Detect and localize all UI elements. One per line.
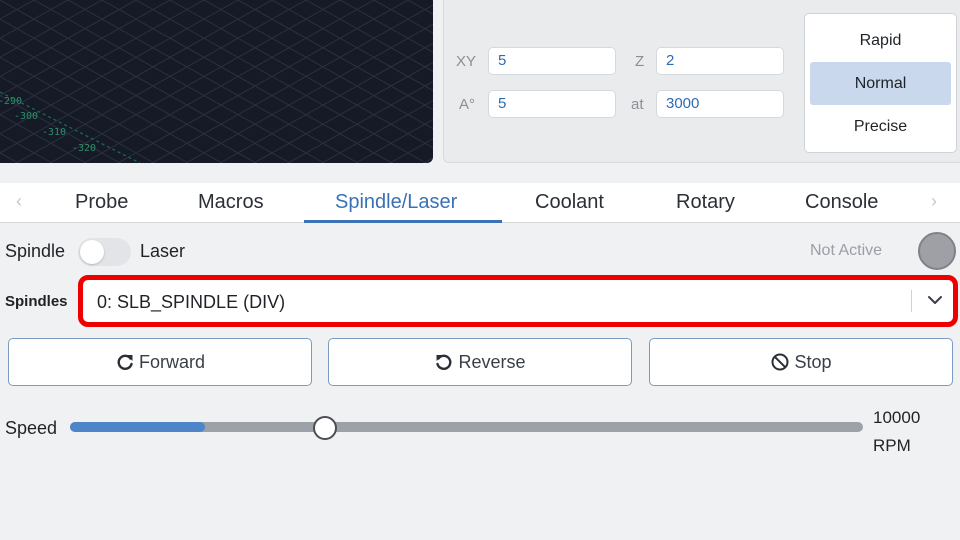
spindle-select[interactable]: 0: SLB_SPINDLE (DIV) — [78, 275, 958, 327]
rpm-unit: RPM — [873, 436, 911, 455]
a-step-input[interactable]: 5 — [488, 90, 616, 118]
speed-slider-track[interactable] — [70, 422, 863, 432]
tab-spindle-laser[interactable]: Spindle/Laser — [335, 191, 457, 214]
visualizer-canvas[interactable]: -290 -300 -310 -320 — [0, 0, 433, 163]
xy-step-label: XY — [456, 53, 477, 70]
select-divider — [911, 290, 912, 312]
axis-tick-label: -290 — [0, 96, 23, 107]
xy-step-input[interactable]: 5 — [488, 47, 616, 75]
grid-graphic — [0, 0, 433, 163]
axis-tick-label: -320 — [72, 143, 97, 154]
a-step-label: A° — [459, 96, 476, 113]
forward-label: Forward — [138, 351, 205, 372]
rotate-cw-icon — [117, 354, 133, 370]
spindle-stop-button[interactable]: Stop — [649, 338, 953, 386]
axis-tick-label: -300 — [14, 111, 39, 122]
spindles-label: Spindles — [5, 293, 68, 310]
z-step-input[interactable]: 2 — [656, 47, 784, 75]
feedrate-at-label: at — [631, 96, 644, 113]
speed-slider-thumb[interactable] — [313, 416, 337, 440]
rpm-readout: 10000 RPM — [873, 404, 920, 460]
reverse-label: Reverse — [458, 351, 526, 372]
active-tab-indicator — [304, 220, 502, 223]
speed-option-precise[interactable]: Precise — [810, 105, 951, 148]
mode-toggle-row: Spindle Laser Not Active — [0, 232, 960, 270]
spindle-select-value: 0: SLB_SPINDLE (DIV) — [97, 292, 286, 312]
spindle-laser-toggle[interactable] — [78, 238, 131, 266]
tab-rotary[interactable]: Rotary — [676, 191, 735, 214]
rotate-ccw-icon — [436, 354, 452, 370]
laser-mode-label: Laser — [140, 241, 186, 261]
tab-coolant[interactable]: Coolant — [535, 191, 604, 214]
speed-option-rapid[interactable]: Rapid — [810, 19, 951, 62]
jog-speed-selector: Rapid Normal Precise — [804, 13, 957, 153]
spindle-forward-button[interactable]: Forward — [8, 338, 312, 386]
chevron-right-icon[interactable]: › — [931, 191, 937, 212]
speed-option-normal[interactable]: Normal — [810, 62, 951, 105]
speed-slider-fill — [70, 422, 205, 432]
tab-console[interactable]: Console — [805, 191, 878, 214]
ban-icon — [771, 353, 789, 371]
z-step-label: Z — [635, 53, 645, 70]
spindle-mode-label: Spindle — [5, 241, 66, 261]
max-rpm-value: 10000 — [873, 408, 921, 427]
tab-macros[interactable]: Macros — [198, 191, 264, 214]
feedrate-input[interactable]: 3000 — [656, 90, 784, 118]
spindle-status-text: Not Active — [810, 242, 883, 259]
tab-probe[interactable]: Probe — [75, 191, 128, 214]
toggle-knob — [80, 240, 104, 264]
chevron-down-icon[interactable] — [925, 290, 945, 310]
axis-tick-label: -310 — [42, 127, 67, 138]
chevron-left-icon[interactable]: ‹ — [16, 191, 22, 212]
tool-tabs-bar: ‹ Probe Macros Spindle/Laser Coolant Rot… — [0, 183, 960, 223]
status-indicator-icon — [918, 232, 956, 270]
spindle-reverse-button[interactable]: Reverse — [328, 338, 632, 386]
speed-label: Speed — [5, 418, 58, 438]
stop-label: Stop — [794, 351, 832, 372]
